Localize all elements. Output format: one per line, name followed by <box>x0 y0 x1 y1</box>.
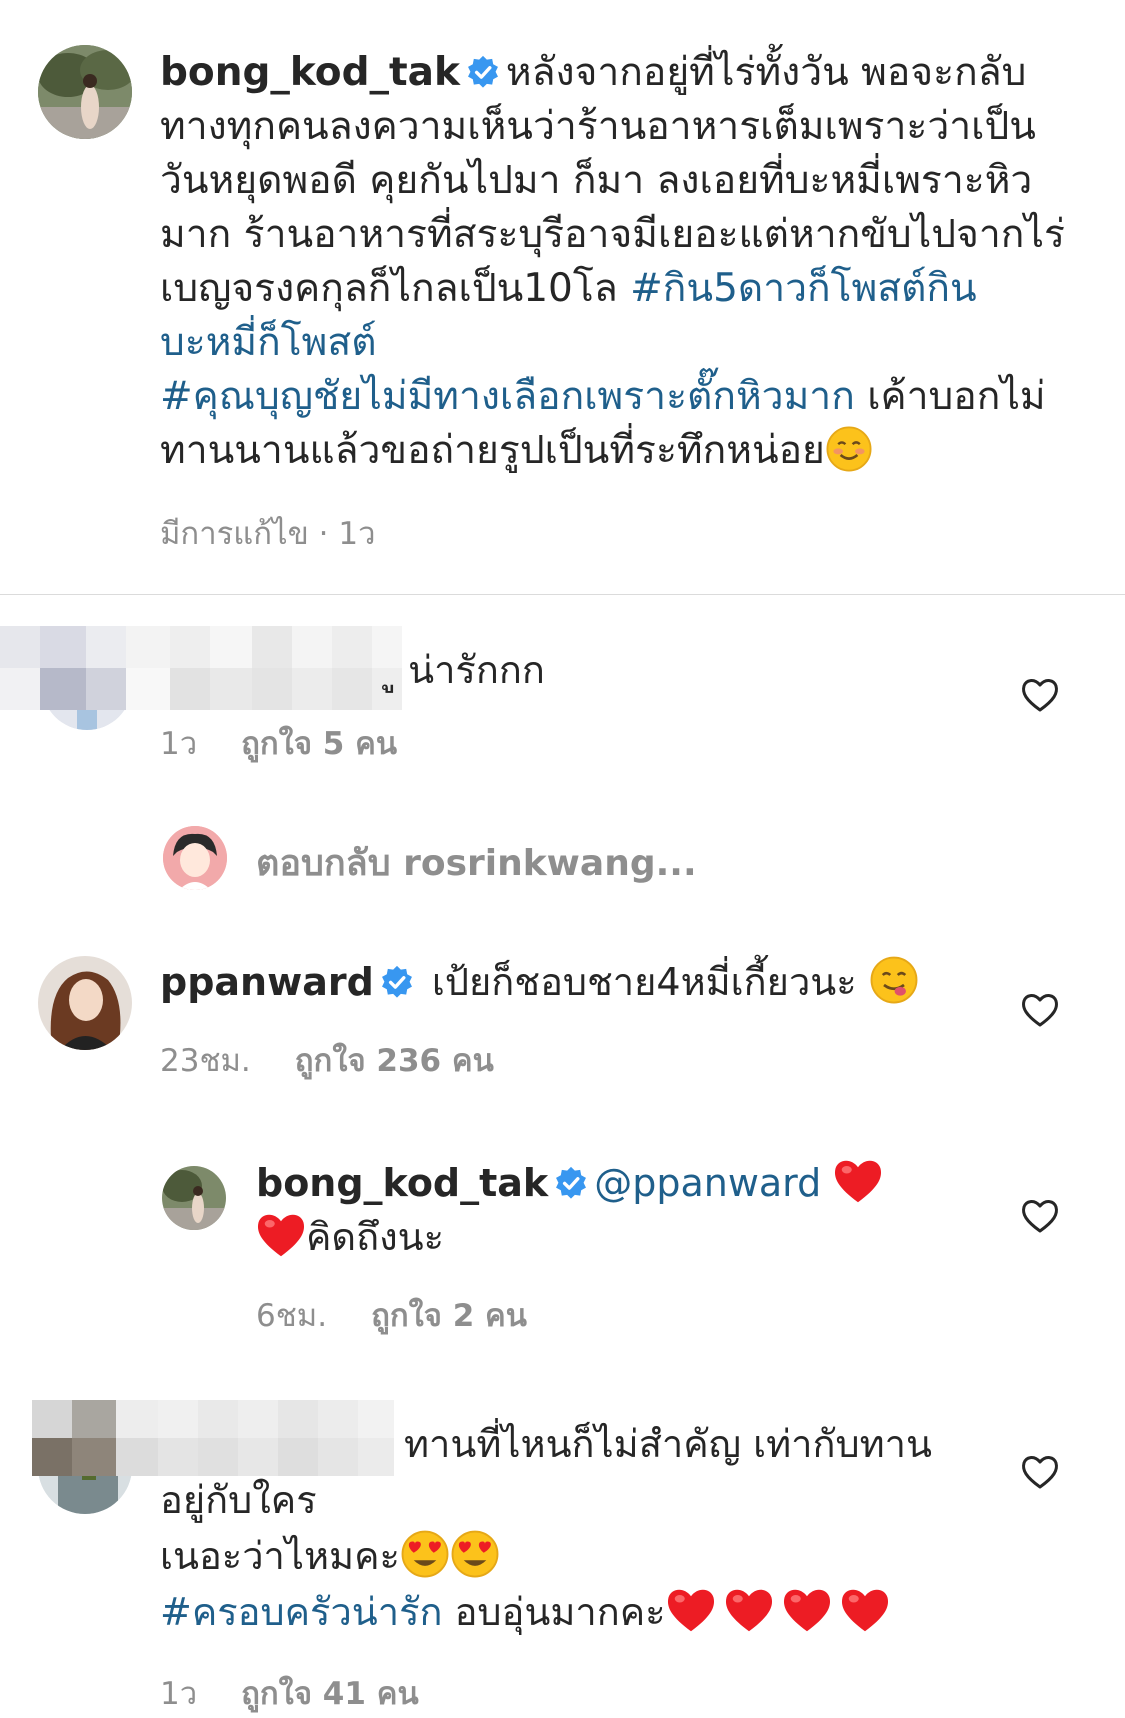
commenter-username[interactable]: ppanward <box>160 960 374 1004</box>
heart-eyes-emoji-icon <box>450 1529 500 1579</box>
caption-text: ทานนานแล้วขอถ่ายรูปเป็นที่ระทึกหน่อย <box>160 428 825 473</box>
like-heart-icon[interactable] <box>1020 1452 1060 1492</box>
heart-emoji-icon <box>256 1210 306 1260</box>
hashtag-link[interactable]: #คุณบุญชัยไม่มีทางเลือกเพราะตั๊กหิวมาก <box>160 374 855 419</box>
comment-text: ppanward เป้ยก็ชอบชาย4หมี่เกี้ยวนะ <box>160 954 919 1010</box>
smiling-emoji-icon <box>825 425 873 473</box>
heart-emoji-icon <box>782 1585 832 1635</box>
comment-text: ู น่ารักกก <box>396 648 545 692</box>
reply-text: bong_kod_tak @ppanward คิดถึงนะ <box>256 1156 883 1264</box>
post-meta: มีการแก้ไข · 1ว <box>160 516 376 552</box>
hashtag-link-continued[interactable]: บะหมี่ก็โพสต์ <box>160 316 1080 370</box>
like-heart-icon[interactable] <box>1020 675 1060 715</box>
heart-eyes-emoji-icon <box>400 1529 450 1579</box>
comment-text: ทานที่ไหนก็ไม่สำคัญ เท่ากับทาน อยู่กับใค… <box>160 1422 932 1635</box>
comment-meta: 1ว ถูกใจ 5 คน <box>160 726 398 762</box>
comment-meta: 23ชม. ถูกใจ 236 คน <box>160 1043 494 1079</box>
caption-line: วันหยุดพอดี คุยกันไปมา ก็มา ลงเอยที่บะหม… <box>160 158 1033 203</box>
hashtag-link[interactable]: #ครอบครัวน่ารัก <box>160 1590 443 1634</box>
divider <box>0 594 1125 595</box>
caption-line: เบญจรงคกุลก็ไกลเป็น10โล <box>160 266 618 311</box>
view-replies-link[interactable]: ตอบกลับ rosrinkwang... <box>256 834 697 891</box>
post-author-username[interactable]: bong_kod_tak <box>160 50 460 95</box>
hashtag-link[interactable]: #กิน5ดาวก็โพสต์กิน <box>630 266 977 311</box>
verified-badge-icon <box>466 55 500 89</box>
blurred-username <box>0 626 402 710</box>
heart-emoji-icon <box>666 1585 716 1635</box>
like-heart-icon[interactable] <box>1020 990 1060 1030</box>
like-heart-icon[interactable] <box>1020 1196 1060 1236</box>
reply-meta: 6ชม. ถูกใจ 2 คน <box>256 1298 527 1334</box>
reply-preview-avatar[interactable] <box>163 826 227 890</box>
heart-emoji-icon <box>840 1585 890 1635</box>
caption-line: มาก ร้านอาหารที่สระบุรีอาจมีเยอะแต่หากขั… <box>160 212 1065 257</box>
commenter-avatar[interactable] <box>38 956 132 1050</box>
yum-emoji-icon <box>869 955 919 1005</box>
caption-text: เค้าบอกไม่ <box>854 374 1046 419</box>
heart-emoji-icon <box>833 1156 883 1206</box>
caption-line: หลังจากอยู่ที่ไร่ทั้งวัน พอจะกลับ <box>505 50 1027 95</box>
reply-author-avatar[interactable] <box>162 1166 226 1230</box>
caption-line: ทางทุกคนลงความเห็นว่าร้านอาหารเต็มเพราะว… <box>160 104 1036 149</box>
verified-badge-icon <box>554 1166 588 1200</box>
post-author-avatar[interactable] <box>38 45 132 139</box>
reply-author-username[interactable]: bong_kod_tak <box>256 1161 548 1205</box>
post-caption: bong_kod_tak หลังจากอยู่ที่ไร่ทั้งวัน พอจ… <box>160 46 1080 478</box>
heart-emoji-icon <box>724 1585 774 1635</box>
mention-link[interactable]: @ppanward <box>594 1161 821 1205</box>
verified-badge-icon <box>380 965 414 999</box>
comment-meta: 1ว ถูกใจ 41 คน <box>160 1676 419 1712</box>
